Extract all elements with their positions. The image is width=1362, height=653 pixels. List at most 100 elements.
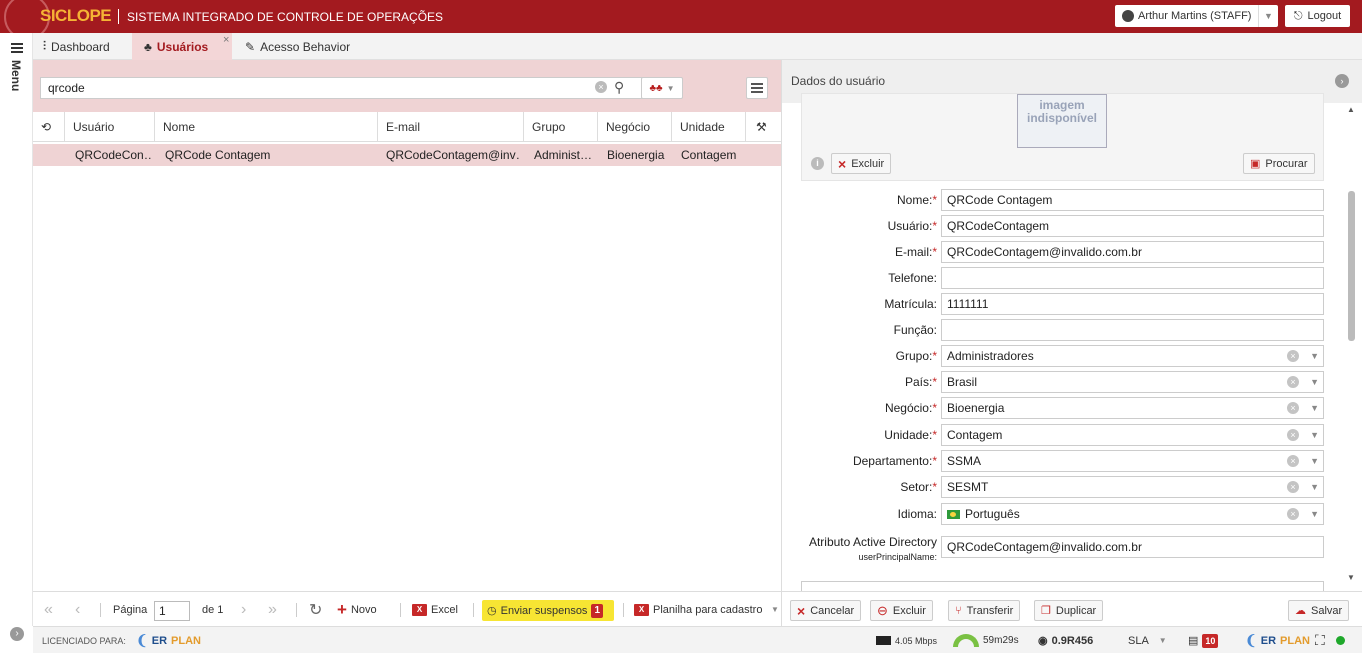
scroll-down-icon[interactable]: ▼: [1347, 573, 1355, 582]
field-label: E-mail:*: [894, 245, 937, 259]
chevron-down-icon[interactable]: ▼: [1310, 372, 1319, 392]
excluir-foto-button[interactable]: × Excluir: [831, 153, 892, 174]
chevron-down-icon[interactable]: ▼: [771, 592, 779, 627]
expand-arrow-icon[interactable]: ›: [10, 627, 24, 641]
menu-label[interactable]: Menu: [9, 60, 23, 91]
clear-icon[interactable]: ×: [595, 81, 607, 93]
column-grupo[interactable]: Grupo: [524, 112, 598, 142]
chevron-down-icon[interactable]: ▼: [1310, 451, 1319, 471]
tab-acesso-behavior[interactable]: ✎ Acesso Behavior: [245, 33, 375, 60]
next-page-icon[interactable]: ›: [241, 592, 246, 627]
group-filter-button[interactable]: ♣♣ ▼: [641, 77, 683, 99]
procurar-button[interactable]: ▣ Procurar: [1243, 153, 1315, 174]
network-icon: [876, 636, 891, 645]
select-value: SESMT: [947, 480, 989, 494]
cell-email: QRCodeContagem@inv…: [386, 148, 521, 162]
clear-icon[interactable]: ×: [1287, 350, 1299, 362]
refresh-icon[interactable]: ↻: [309, 592, 322, 627]
chevron-down-icon[interactable]: ▼: [1310, 398, 1319, 418]
column-usuario[interactable]: Usuário: [65, 112, 155, 142]
clear-icon[interactable]: ×: [1287, 429, 1299, 441]
email-input[interactable]: QRCodeContagem@invalido.com.br: [941, 241, 1324, 263]
clear-icon[interactable]: ×: [1287, 402, 1299, 414]
close-icon[interactable]: ×: [223, 34, 229, 46]
label-text: Departamento:: [852, 454, 933, 468]
sla-menu[interactable]: SLA ▼: [1128, 627, 1167, 653]
idioma-select[interactable]: Português × ▼: [941, 503, 1324, 525]
clear-icon[interactable]: ×: [1287, 508, 1299, 520]
hamburger-icon[interactable]: [11, 43, 23, 55]
select-value: Brasil: [947, 375, 978, 389]
chevron-down-icon[interactable]: ▼: [1310, 346, 1319, 366]
fullscreen-icon[interactable]: ⛶: [1315, 627, 1325, 653]
brazil-flag-icon: [947, 510, 960, 519]
grupo-select[interactable]: Administradores × ▼: [941, 345, 1324, 367]
field-setor: Setor:* SESMT × ▼: [782, 476, 1342, 498]
clear-icon[interactable]: ×: [1287, 455, 1299, 467]
departamento-select[interactable]: SSMA × ▼: [941, 450, 1324, 472]
last-page-icon[interactable]: »: [268, 592, 277, 627]
column-email[interactable]: E-mail: [378, 112, 524, 142]
clear-icon[interactable]: ×: [1287, 376, 1299, 388]
pager-toolbar: « ‹ Página 1 de 1 › » ↻ + Novo X Excel ◷…: [33, 591, 781, 626]
column-nome[interactable]: Nome: [155, 112, 378, 142]
scroll-up-icon[interactable]: ▲: [1347, 105, 1355, 114]
ad-label-text: Atributo Active Directory: [808, 535, 937, 549]
first-page-icon[interactable]: «: [44, 592, 53, 627]
list-menu-button[interactable]: [746, 77, 768, 99]
label-text: Grupo:: [895, 349, 933, 363]
ad-input[interactable]: QRCodeContagem@invalido.com.br: [941, 536, 1324, 558]
logout-button[interactable]: ⎋ Logout: [1285, 5, 1350, 27]
negocio-select[interactable]: Bioenergia × ▼: [941, 397, 1324, 419]
chevron-down-icon[interactable]: ▼: [1258, 5, 1278, 27]
salvar-button[interactable]: ☁ Salvar: [1288, 600, 1350, 621]
matricula-input[interactable]: 1111111: [941, 293, 1324, 315]
side-menu-strip[interactable]: Menu: [0, 33, 33, 626]
tab-dashboard[interactable]: ⫶ Dashboard: [43, 33, 133, 60]
label-text: E-mail:: [894, 245, 933, 259]
table-row[interactable]: QRCodeCon… QRCode Contagem QRCodeContage…: [33, 144, 781, 166]
column-negocio[interactable]: Negócio: [598, 112, 672, 142]
excluir-button[interactable]: ⊖ Excluir: [870, 600, 933, 621]
scrollbar[interactable]: ▲ ▼: [1345, 103, 1357, 583]
user-icon: [1122, 10, 1134, 22]
page-input[interactable]: 1: [154, 601, 190, 621]
funcao-input[interactable]: [941, 319, 1324, 341]
excel-button[interactable]: X Excel: [412, 592, 458, 627]
notifications[interactable]: ▤ 10: [1188, 627, 1219, 653]
clear-icon[interactable]: ×: [1287, 481, 1299, 493]
enviar-suspensos-button[interactable]: ◷ Enviar suspensos 1: [482, 600, 614, 621]
divider: [473, 603, 474, 617]
chevron-down-icon[interactable]: ▼: [1310, 504, 1319, 524]
close-icon: ×: [797, 602, 806, 619]
duplicar-button[interactable]: ❐ Duplicar: [1034, 600, 1104, 621]
unidade-select[interactable]: Contagem × ▼: [941, 424, 1324, 446]
select-value: Bioenergia: [947, 401, 1005, 415]
scroll-thumb[interactable]: [1348, 191, 1355, 341]
chevron-down-icon[interactable]: ▼: [1310, 425, 1319, 445]
pais-select[interactable]: Brasil × ▼: [941, 371, 1324, 393]
info-icon[interactable]: i: [811, 157, 824, 170]
novo-button[interactable]: + Novo: [337, 592, 377, 627]
planilha-button[interactable]: X Planilha para cadastro: [634, 592, 762, 627]
chevron-down-icon[interactable]: ▼: [1310, 477, 1319, 497]
search-input[interactable]: qrcode: [40, 77, 669, 99]
erplan-logo: ❨ ER PLAN: [1245, 632, 1310, 648]
tab-usuarios[interactable]: ♣ Usuários: [132, 33, 232, 60]
column-unidade[interactable]: Unidade: [672, 112, 746, 142]
transferir-button[interactable]: ⑂ Transferir: [948, 600, 1021, 621]
nome-input[interactable]: QRCode Contagem: [941, 189, 1324, 211]
gavel-icon[interactable]: ⚒: [746, 112, 781, 142]
telefone-input[interactable]: [941, 267, 1324, 289]
label-text: Unidade:: [884, 428, 933, 442]
page-count: de 1: [202, 603, 224, 616]
collapse-arrow-icon[interactable]: ›: [1335, 74, 1349, 88]
history-icon[interactable]: ⟲: [33, 112, 65, 142]
user-menu-button[interactable]: Arthur Martins (STAFF) ▼: [1115, 5, 1278, 27]
prev-page-icon[interactable]: ‹: [75, 592, 80, 627]
cancelar-button[interactable]: × Cancelar: [790, 600, 862, 621]
search-icon[interactable]: ⚲: [614, 79, 624, 96]
app-title: SISTEMA INTEGRADO DE CONTROLE DE OPERAÇÕ…: [127, 10, 444, 24]
usuario-input[interactable]: QRCodeContagem: [941, 215, 1324, 237]
setor-select[interactable]: SESMT × ▼: [941, 476, 1324, 498]
